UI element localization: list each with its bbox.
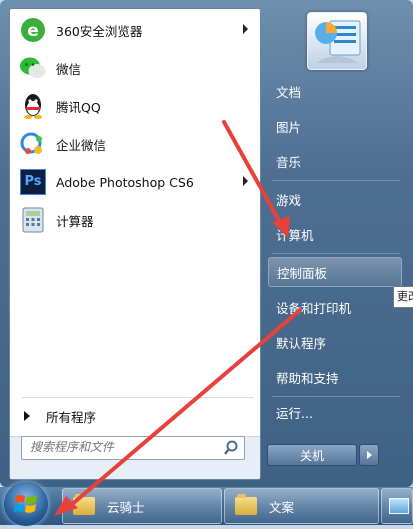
- taskbar-button-app[interactable]: [381, 488, 413, 524]
- program-item-wecom[interactable]: 企业微信: [14, 126, 258, 162]
- folder-icon: [235, 494, 257, 515]
- calculator-icon: [18, 205, 48, 235]
- taskbar: 云骑士 文案: [0, 482, 413, 526]
- place-label: 设备和打印机: [276, 300, 352, 316]
- place-label: 音乐: [276, 154, 302, 170]
- search-icon[interactable]: [222, 439, 240, 457]
- divider: [272, 253, 400, 254]
- place-music[interactable]: 音乐: [268, 146, 402, 176]
- place-label: 帮助和支持: [276, 370, 339, 386]
- expand-arrow-icon: [24, 411, 30, 421]
- place-label: 文档: [276, 84, 302, 100]
- place-label: 默认程序: [276, 335, 327, 351]
- place-pictures[interactable]: 图片: [268, 111, 402, 141]
- user-picture[interactable]: [307, 12, 367, 70]
- folder-icon: [73, 494, 95, 515]
- place-games[interactable]: 游戏: [268, 184, 402, 214]
- program-item-wechat[interactable]: 微信: [14, 50, 258, 86]
- photoshop-badge: Ps: [20, 169, 46, 195]
- qq-icon: [18, 91, 48, 121]
- place-default-programs[interactable]: 默认程序: [268, 327, 402, 357]
- place-computer[interactable]: 计算机: [268, 219, 402, 249]
- all-programs-label: 所有程序: [46, 409, 97, 425]
- shutdown-label: 关机: [299, 448, 324, 463]
- 360-browser-icon: e: [18, 15, 48, 45]
- program-item-qq[interactable]: 腾讯QQ: [14, 88, 258, 124]
- window-icon: [389, 498, 409, 514]
- chevron-right-icon: [367, 451, 372, 459]
- program-label: Adobe Photoshop CS6: [56, 174, 194, 190]
- start-button[interactable]: [4, 482, 48, 526]
- taskbar-button-yunqishi[interactable]: 云骑士: [62, 488, 222, 524]
- wecom-icon: [18, 129, 48, 159]
- search-input[interactable]: [22, 437, 220, 457]
- place-label: 运行...: [276, 405, 313, 421]
- program-label: 腾讯QQ: [56, 99, 101, 115]
- place-run[interactable]: 运行...: [268, 397, 402, 427]
- program-item-360-browser[interactable]: e 360安全浏览器: [14, 12, 258, 48]
- submenu-arrow-icon[interactable]: [243, 176, 248, 186]
- svg-text:e: e: [27, 21, 39, 41]
- program-item-calculator[interactable]: 计算器: [14, 202, 258, 238]
- start-menu: e 360安全浏览器 微信 腾讯QQ 企业微信 Ps Adobe Photosh…: [0, 0, 413, 487]
- program-label: 360安全浏览器: [56, 23, 143, 39]
- search-box[interactable]: [21, 436, 245, 460]
- program-label: 微信: [56, 61, 82, 77]
- place-documents[interactable]: 文档: [268, 76, 402, 106]
- divider: [272, 180, 400, 181]
- submenu-arrow-icon[interactable]: [243, 24, 248, 34]
- taskbar-button-label: 文案: [269, 499, 295, 515]
- wechat-icon: [18, 53, 48, 83]
- divider: [22, 397, 254, 398]
- taskbar-button-wenan[interactable]: 文案: [224, 488, 379, 524]
- program-label: 企业微信: [56, 137, 107, 153]
- taskbar-button-label: 云骑士: [107, 499, 145, 515]
- place-devices-printers[interactable]: 设备和打印机: [268, 292, 402, 322]
- tooltip: 更改: [393, 286, 413, 308]
- program-label: 计算器: [56, 213, 94, 229]
- shutdown-button[interactable]: 关机: [267, 444, 357, 466]
- shutdown-options-button[interactable]: [359, 444, 379, 466]
- place-label: 控制面板: [277, 265, 328, 281]
- place-help-support[interactable]: 帮助和支持: [268, 362, 402, 392]
- place-label: 游戏: [276, 192, 302, 208]
- programs-pane: e 360安全浏览器 微信 腾讯QQ 企业微信 Ps Adobe Photosh…: [9, 8, 261, 480]
- photoshop-icon: Ps: [18, 167, 48, 197]
- program-item-photoshop[interactable]: Ps Adobe Photoshop CS6: [14, 164, 258, 200]
- place-control-panel[interactable]: 控制面板: [268, 257, 402, 287]
- all-programs-button[interactable]: 所有程序: [16, 405, 256, 427]
- windows-logo-icon: [14, 495, 37, 513]
- place-label: 图片: [276, 119, 302, 135]
- user-picture-icon: [315, 20, 361, 63]
- place-label: 计算机: [276, 227, 314, 243]
- places-pane: 文档 图片 音乐 游戏 计算机 控制面板 设备和打印机 默认程序 帮助和支持 运…: [262, 8, 410, 478]
